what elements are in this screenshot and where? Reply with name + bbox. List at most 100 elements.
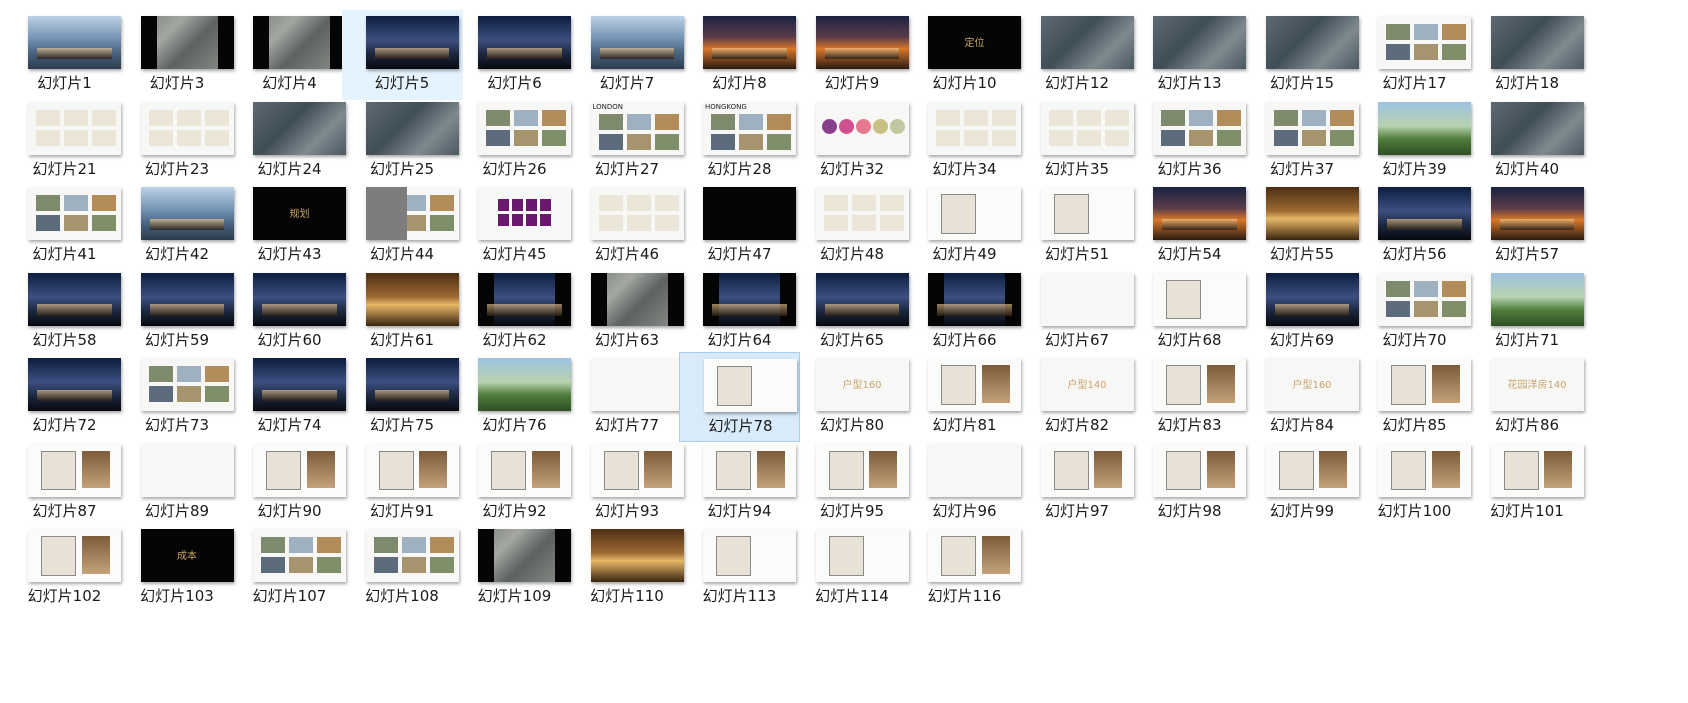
file-item[interactable]: 幻灯片95 xyxy=(792,438,913,528)
file-item[interactable]: 幻灯片73 xyxy=(117,352,238,442)
file-item[interactable]: 幻灯片39 xyxy=(1354,96,1475,186)
file-item[interactable]: 幻灯片6 xyxy=(454,10,575,100)
file-item[interactable]: 幻灯片75 xyxy=(342,352,463,442)
file-item[interactable]: 幻灯片81 xyxy=(904,352,1025,442)
file-item[interactable]: 幻灯片5 xyxy=(341,10,463,100)
file-item[interactable]: 幻灯片69 xyxy=(1242,267,1363,357)
file-item[interactable]: 幻灯片4 xyxy=(229,10,350,100)
file-item[interactable]: 定位 幻灯片10 xyxy=(904,10,1025,100)
slide-thumbnail xyxy=(253,272,346,326)
file-name-label: 幻灯片59 xyxy=(144,330,210,349)
file-item[interactable]: 户型160 幻灯片80 xyxy=(792,352,913,442)
file-item[interactable]: 幻灯片78 xyxy=(679,352,800,442)
file-item[interactable]: 幻灯片113 xyxy=(679,523,800,613)
file-item[interactable]: 幻灯片83 xyxy=(1129,352,1250,442)
file-item[interactable]: 幻灯片110 xyxy=(567,523,688,613)
file-item[interactable]: 幻灯片61 xyxy=(342,267,463,357)
file-item[interactable]: 幻灯片90 xyxy=(229,438,350,528)
file-item[interactable]: 幻灯片46 xyxy=(567,181,688,271)
file-item[interactable]: 幻灯片66 xyxy=(904,267,1025,357)
file-item[interactable]: 规划 幻灯片43 xyxy=(229,181,350,271)
file-item[interactable]: 幻灯片92 xyxy=(454,438,575,528)
file-item[interactable]: 幻灯片7 xyxy=(567,10,688,100)
file-item[interactable]: 幻灯片77 xyxy=(567,352,688,442)
file-item[interactable]: 幻灯片13 xyxy=(1129,10,1250,100)
file-item[interactable]: 幻灯片99 xyxy=(1242,438,1363,528)
file-item[interactable]: 幻灯片97 xyxy=(1017,438,1138,528)
file-item[interactable]: 幻灯片37 xyxy=(1242,96,1363,186)
file-item[interactable]: 幻灯片23 xyxy=(117,96,238,186)
file-item[interactable]: 幻灯片87 xyxy=(4,438,125,528)
file-item[interactable]: 幻灯片94 xyxy=(679,438,800,528)
file-item[interactable]: 幻灯片93 xyxy=(567,438,688,528)
file-item[interactable]: 幻灯片64 xyxy=(679,267,800,357)
slide-thumbnail xyxy=(815,272,909,326)
file-item[interactable]: 幻灯片70 xyxy=(1354,267,1475,357)
file-item[interactable]: 户型160 幻灯片84 xyxy=(1242,352,1363,442)
file-item[interactable]: 幻灯片60 xyxy=(229,267,350,357)
file-item[interactable]: 成本 幻灯片103 xyxy=(117,523,238,613)
file-item[interactable]: 幻灯片47 xyxy=(679,181,800,271)
file-name-label: 幻灯片91 xyxy=(369,501,435,520)
file-item[interactable]: 幻灯片36 xyxy=(1129,96,1250,186)
file-item[interactable]: 幻灯片24 xyxy=(229,96,350,186)
file-item[interactable]: 幻灯片26 xyxy=(454,96,575,186)
file-item[interactable]: 幻灯片25 xyxy=(342,96,463,186)
slide-thumbnail xyxy=(815,529,909,582)
file-item[interactable]: LONDON 幻灯片27 xyxy=(567,96,688,186)
file-item[interactable]: 户型140 幻灯片82 xyxy=(1017,352,1138,442)
file-item[interactable]: 幻灯片74 xyxy=(229,352,350,442)
file-item[interactable]: 幻灯片107 xyxy=(229,523,350,613)
file-item[interactable]: 幻灯片101 xyxy=(1467,438,1588,528)
file-item[interactable]: 幻灯片76 xyxy=(454,352,575,442)
file-item[interactable]: 幻灯片45 xyxy=(454,181,575,271)
file-item[interactable]: 幻灯片56 xyxy=(1354,181,1475,271)
file-item[interactable]: 幻灯片109 xyxy=(454,523,575,613)
file-item[interactable]: HONGKONG 幻灯片28 xyxy=(679,96,800,186)
file-item[interactable]: 幻灯片35 xyxy=(1017,96,1138,186)
slide-thumbnail xyxy=(1490,187,1584,240)
file-item[interactable]: 幻灯片49 xyxy=(904,181,1025,271)
file-item[interactable]: 幻灯片116 xyxy=(904,523,1025,613)
file-item[interactable]: 幻灯片102 xyxy=(4,523,125,613)
file-item[interactable]: 幻灯片98 xyxy=(1129,438,1250,528)
file-item[interactable]: 幻灯片44 xyxy=(342,181,463,271)
file-item[interactable]: 幻灯片68 xyxy=(1129,267,1250,357)
file-item[interactable]: 幻灯片17 xyxy=(1354,10,1475,100)
file-item[interactable]: 幻灯片114 xyxy=(792,523,913,613)
file-item[interactable]: 幻灯片8 xyxy=(679,10,800,100)
file-item[interactable]: 幻灯片65 xyxy=(792,267,913,357)
file-item[interactable]: 幻灯片15 xyxy=(1242,10,1363,100)
file-item[interactable]: 幻灯片57 xyxy=(1467,181,1588,271)
file-item[interactable]: 幻灯片21 xyxy=(4,96,125,186)
file-item[interactable]: 幻灯片62 xyxy=(454,267,575,357)
file-item[interactable]: 幻灯片18 xyxy=(1467,10,1588,100)
file-item[interactable]: 幻灯片51 xyxy=(1017,181,1138,271)
file-item[interactable]: 幻灯片85 xyxy=(1354,352,1475,442)
file-item[interactable]: 幻灯片67 xyxy=(1017,267,1138,357)
file-item[interactable]: 幻灯片58 xyxy=(4,267,125,357)
file-item[interactable]: 幻灯片48 xyxy=(792,181,913,271)
file-item[interactable]: 幻灯片41 xyxy=(4,181,125,271)
file-item[interactable]: 幻灯片71 xyxy=(1467,267,1588,357)
file-item[interactable]: 幻灯片55 xyxy=(1242,181,1363,271)
file-item[interactable]: 幻灯片54 xyxy=(1129,181,1250,271)
slide-thumbnail xyxy=(1040,16,1134,69)
file-item[interactable]: 幻灯片89 xyxy=(117,438,238,528)
file-item[interactable]: 幻灯片72 xyxy=(4,352,125,442)
file-item[interactable]: 幻灯片100 xyxy=(1354,438,1475,528)
file-item[interactable]: 幻灯片59 xyxy=(117,267,238,357)
file-item[interactable]: 花园洋房140 幻灯片86 xyxy=(1467,352,1588,442)
file-item[interactable]: 幻灯片12 xyxy=(1017,10,1138,100)
file-item[interactable]: 幻灯片40 xyxy=(1467,96,1588,186)
file-item[interactable]: 幻灯片42 xyxy=(117,181,238,271)
file-item[interactable]: 幻灯片96 xyxy=(904,438,1025,528)
file-item[interactable]: 幻灯片1 xyxy=(4,10,125,100)
file-item[interactable]: 幻灯片91 xyxy=(342,438,463,528)
file-item[interactable]: 幻灯片63 xyxy=(567,267,688,357)
file-item[interactable]: 幻灯片34 xyxy=(904,96,1025,186)
file-item[interactable]: 幻灯片9 xyxy=(792,10,913,100)
file-item[interactable]: 幻灯片3 xyxy=(117,10,238,100)
file-item[interactable]: 幻灯片32 xyxy=(792,96,913,186)
file-item[interactable]: 幻灯片108 xyxy=(342,523,463,613)
